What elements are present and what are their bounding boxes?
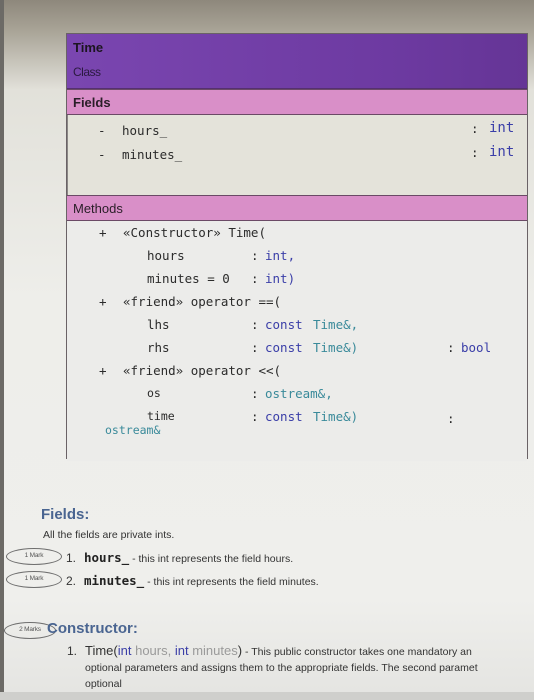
- sig-keyword: int: [174, 643, 189, 658]
- item-code: hours_: [84, 550, 130, 565]
- assignment-document: Fields: All the fields are private ints.…: [0, 0, 534, 700]
- sig-param: hours,: [131, 643, 175, 658]
- constructor-item: 1. Time(int hours, int minutes) - This pu…: [67, 643, 534, 692]
- field-item: 2. minutes_ - this int represents the fie…: [66, 573, 319, 588]
- item-number: 2.: [66, 574, 77, 588]
- constructor-desc-line3: optional: [85, 678, 122, 690]
- constructor-desc-line2: optional parameters and assigns them to …: [85, 662, 478, 674]
- mark-badge: 1 Mark: [6, 548, 62, 565]
- sig-keyword: int: [117, 643, 132, 658]
- item-number: 1.: [67, 644, 78, 658]
- item-description: - this int represents the field minutes.: [144, 576, 319, 588]
- item-number: 1.: [66, 551, 77, 565]
- sig-name: Time(: [85, 643, 118, 658]
- mark-badge: 1 Mark: [6, 571, 62, 588]
- fields-intro: All the fields are private ints.: [43, 529, 175, 541]
- item-code: minutes_: [84, 573, 145, 588]
- constructor-desc-line1: - This public constructor takes one mand…: [242, 646, 472, 658]
- constructor-signature-text: Time(int hours, int minutes): [85, 643, 242, 658]
- item-description: - this int represents the field hours.: [129, 553, 294, 565]
- photo-bottom-edge: [0, 692, 534, 700]
- sig-param: minutes: [188, 643, 238, 658]
- constructor-heading: Constructor:: [47, 620, 138, 637]
- field-item: 1. hours_ - this int represents the field…: [66, 550, 293, 565]
- fields-heading: Fields:: [41, 506, 90, 523]
